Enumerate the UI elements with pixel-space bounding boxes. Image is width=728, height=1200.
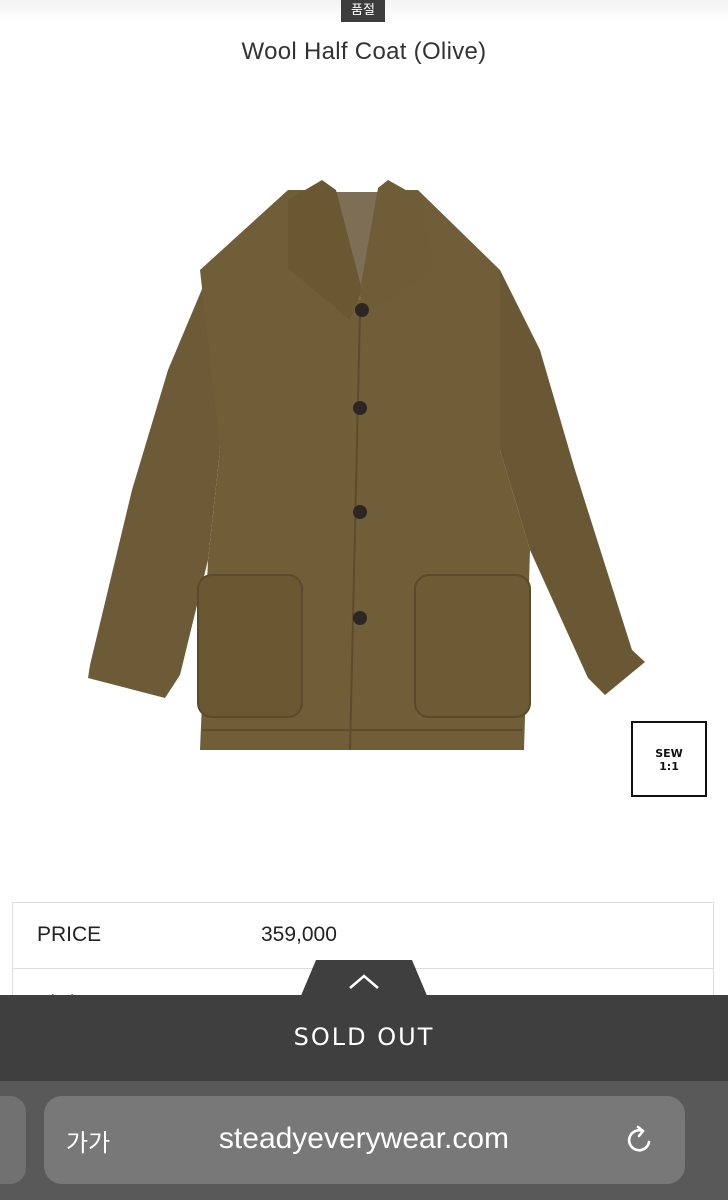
coat-pocket-right (414, 574, 531, 718)
drawer-toggle-tab[interactable] (300, 958, 428, 998)
product-title: Wool Half Coat (Olive) (241, 38, 487, 65)
sew-badge-line1: SEW (655, 747, 683, 760)
browser-toolbar: 가가 steadyeverywear.com (0, 1081, 728, 1200)
coat-image[interactable] (60, 150, 670, 790)
address-bar[interactable]: 가가 steadyeverywear.com (44, 1096, 685, 1184)
price-value: 359,000 (261, 923, 337, 946)
sew-badge: SEW 1:1 (631, 721, 707, 797)
coat-button (353, 505, 367, 519)
coat-pocket-left (197, 574, 303, 718)
url-text[interactable]: steadyeverywear.com (134, 1122, 594, 1156)
product-page: 품절 Wool Half Coat (Olive) SEW 1:1 PRICE … (0, 0, 728, 1200)
reload-icon[interactable] (624, 1124, 656, 1156)
previous-tab[interactable] (0, 1096, 26, 1184)
text-size-button[interactable]: 가가 (66, 1123, 110, 1158)
price-label: PRICE (37, 923, 102, 946)
sold-out-button[interactable]: SOLD OUT (0, 995, 728, 1081)
coat-button (353, 611, 367, 625)
coat-button (353, 401, 367, 415)
coat-button (355, 303, 369, 317)
status-badge: 품절 (341, 0, 385, 22)
sew-badge-line2: 1:1 (659, 760, 679, 773)
